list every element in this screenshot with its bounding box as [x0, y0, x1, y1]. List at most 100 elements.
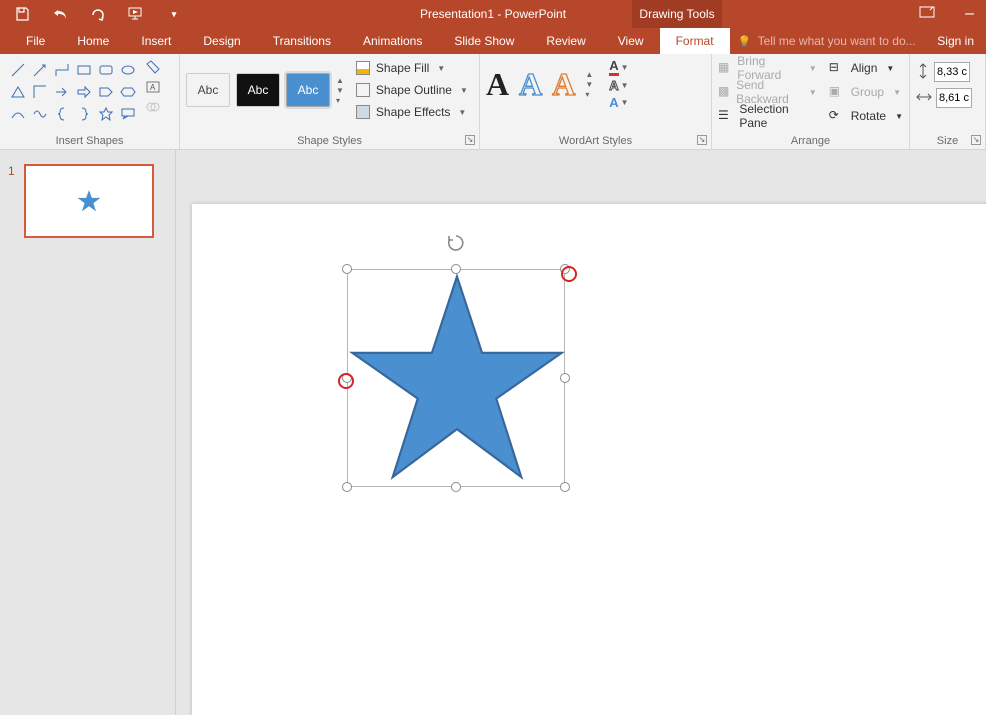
tab-transitions[interactable]: Transitions — [257, 28, 347, 54]
size-launcher-icon[interactable]: ↘ — [971, 135, 981, 145]
minimize-button[interactable]: – — [965, 5, 974, 23]
text-fill-button[interactable]: A▼ — [609, 58, 628, 76]
shape-rounded-rect-icon[interactable] — [96, 60, 116, 80]
wordart-preset-2[interactable]: A — [519, 66, 542, 103]
shape-callout-icon[interactable] — [118, 104, 138, 124]
height-icon — [916, 63, 930, 82]
selection-pane-button[interactable]: ☰Selection Pane — [718, 106, 817, 126]
group-label: Shape Styles — [180, 135, 479, 147]
svg-text:A: A — [150, 83, 156, 92]
bring-forward-icon: ▦ — [718, 60, 731, 76]
shape-star-icon[interactable] — [96, 104, 116, 124]
style-preset-2[interactable]: Abc — [236, 73, 280, 107]
send-backward-button[interactable]: ▩Send Backward▼ — [718, 82, 817, 102]
tell-me-search[interactable]: Tell me what you want to do... — [730, 28, 926, 54]
shape-line-arrow-icon[interactable] — [30, 60, 50, 80]
shape-connector-icon[interactable] — [52, 60, 72, 80]
group-label: Insert Shapes — [0, 135, 179, 147]
group-icon: ▣ — [829, 84, 845, 100]
send-backward-icon: ▩ — [718, 84, 730, 100]
wordart-preset-1[interactable]: A — [486, 66, 509, 103]
shape-brace-right-icon[interactable] — [74, 104, 94, 124]
undo-icon[interactable] — [52, 6, 68, 22]
shape-height-field[interactable] — [916, 62, 979, 82]
tab-format[interactable]: Format — [660, 28, 730, 54]
wordart-preset-3[interactable]: A — [552, 66, 575, 103]
wordart-launcher-icon[interactable]: ↘ — [697, 135, 707, 145]
text-outline-button[interactable]: A▼ — [609, 78, 628, 93]
star-shape[interactable] — [348, 270, 566, 488]
gallery-scroll-up-icon[interactable]: ▲ — [336, 76, 344, 85]
text-box-icon[interactable]: A — [144, 78, 162, 96]
shape-fill-button[interactable]: Shape Fill▼ — [356, 58, 468, 78]
effects-icon — [356, 105, 370, 119]
edit-shape-icon[interactable] — [144, 58, 162, 76]
shape-outline-button[interactable]: Shape Outline▼ — [356, 80, 468, 100]
group-shape-styles: Abc Abc Abc ▲ ▼ ▾ Shape Fill▼ Shape Outl… — [180, 54, 480, 149]
gallery-scroll-down-icon[interactable]: ▼ — [336, 86, 344, 95]
rotate-button[interactable]: ⟳Rotate▼ — [829, 106, 903, 126]
start-from-beginning-icon[interactable] — [128, 6, 144, 22]
tab-view[interactable]: View — [602, 28, 660, 54]
shape-width-field[interactable] — [916, 88, 979, 108]
shape-selection-box[interactable] — [347, 269, 565, 487]
shape-diamond-arrow-icon[interactable] — [52, 82, 72, 102]
shape-block-arrow-icon[interactable] — [74, 82, 94, 102]
group-label: Arrange — [712, 135, 909, 147]
qat-customize-icon[interactable]: ▾ — [166, 6, 182, 22]
style-preset-1[interactable]: Abc — [186, 73, 230, 107]
slide-thumb-1[interactable]: 1 — [10, 164, 165, 238]
group-size: Size ↘ — [910, 54, 986, 149]
shape-hexagon-icon[interactable] — [118, 82, 138, 102]
height-input[interactable] — [934, 62, 970, 82]
workspace: 1 — [0, 150, 986, 715]
slide-canvas-area[interactable] — [176, 150, 986, 715]
shape-curve-icon[interactable] — [8, 104, 28, 124]
shape-wave-icon[interactable] — [30, 104, 50, 124]
slide-canvas[interactable] — [192, 204, 986, 715]
shape-elbow-icon[interactable] — [30, 82, 50, 102]
tab-file[interactable]: File — [10, 28, 61, 54]
ribbon-tabstrip: File Home Insert Design Transitions Anim… — [0, 28, 986, 54]
wordart-more-icon[interactable]: ▾ — [585, 90, 593, 99]
shape-brace-left-icon[interactable] — [52, 104, 72, 124]
tab-slideshow[interactable]: Slide Show — [438, 28, 530, 54]
ribbon-display-options-icon[interactable] — [919, 5, 935, 23]
redo-icon[interactable] — [90, 6, 106, 22]
align-button[interactable]: ⊟Align▼ — [829, 58, 903, 78]
shape-styles-launcher-icon[interactable]: ↘ — [465, 135, 475, 145]
slide-thumbnails-panel[interactable]: 1 — [0, 150, 176, 715]
shape-triangle-icon[interactable] — [8, 82, 28, 102]
selection-pane-icon: ☰ — [718, 108, 733, 124]
rotate-handle-icon[interactable] — [447, 234, 465, 252]
tab-review[interactable]: Review — [530, 28, 601, 54]
contextual-tab-drawing-tools: Drawing Tools — [632, 0, 722, 28]
shape-line-icon[interactable] — [8, 60, 28, 80]
width-input[interactable] — [936, 88, 972, 108]
tab-design[interactable]: Design — [187, 28, 256, 54]
bring-forward-button[interactable]: ▦Bring Forward▼ — [718, 58, 817, 78]
shape-ellipse-icon[interactable] — [118, 60, 138, 80]
tab-home[interactable]: Home — [61, 28, 125, 54]
shape-pentagon-icon[interactable] — [96, 82, 116, 102]
quick-access-toolbar: ▾ — [0, 6, 182, 22]
sign-in-link[interactable]: Sign in — [925, 28, 986, 54]
wordart-scroll-down-icon[interactable]: ▼ — [585, 80, 593, 89]
ribbon: A Insert Shapes Abc Abc Abc ▲ ▼ ▾ Shape … — [0, 54, 986, 150]
tab-insert[interactable]: Insert — [125, 28, 187, 54]
shape-effects-button[interactable]: Shape Effects▼ — [356, 102, 468, 122]
merge-shapes-icon[interactable] — [144, 98, 162, 116]
align-icon: ⊟ — [829, 60, 845, 76]
slide-number: 1 — [8, 164, 15, 178]
wordart-scroll-up-icon[interactable]: ▲ — [585, 70, 593, 79]
shapes-gallery[interactable] — [6, 58, 140, 126]
group-button[interactable]: ▣Group▼ — [829, 82, 903, 102]
star-icon — [76, 188, 102, 214]
shape-rectangle-icon[interactable] — [74, 60, 94, 80]
text-effects-button[interactable]: A▼ — [609, 95, 628, 110]
save-icon[interactable] — [14, 6, 30, 22]
style-preset-3-selected[interactable]: Abc — [286, 73, 330, 107]
tab-animations[interactable]: Animations — [347, 28, 438, 54]
group-wordart-styles: A A A ▲ ▼ ▾ A▼ A▼ A▼ WordArt Styles ↘ — [480, 54, 712, 149]
gallery-more-icon[interactable]: ▾ — [336, 96, 344, 105]
